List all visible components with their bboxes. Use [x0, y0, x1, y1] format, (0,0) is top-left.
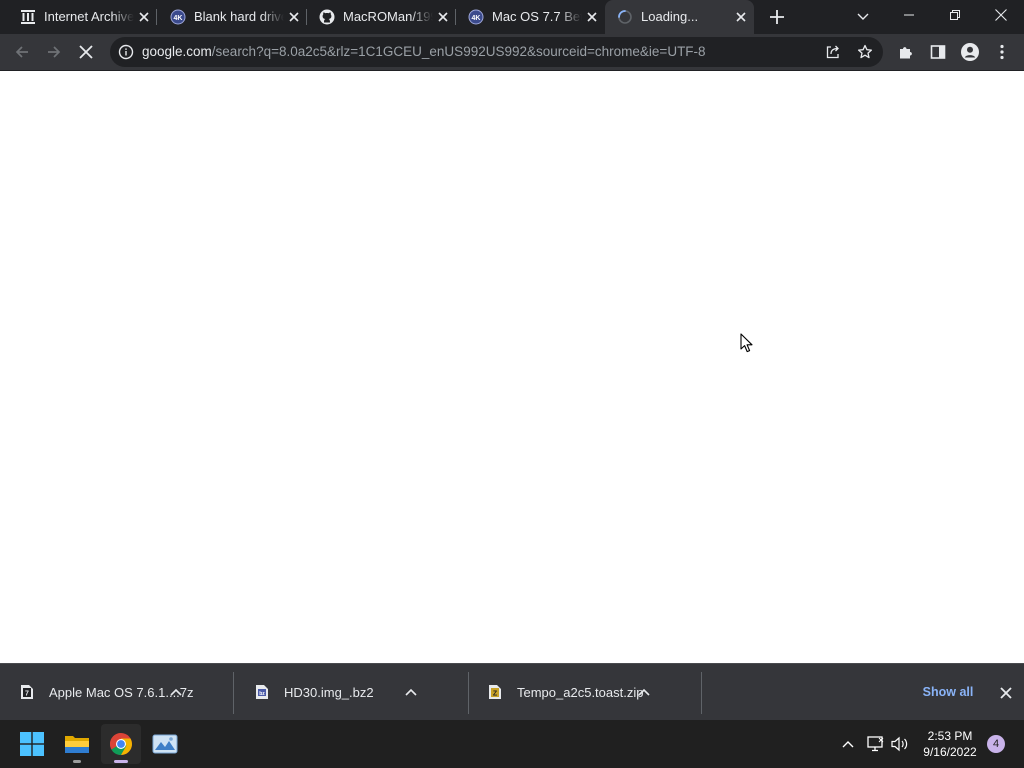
chrome-icon — [110, 733, 132, 755]
tab-search-button[interactable] — [851, 5, 875, 29]
tab-strip: Internet Archive 4K Blank hard drive Mac… — [0, 0, 1024, 34]
minimize-button[interactable] — [886, 0, 932, 30]
tab-title: Loading... — [641, 9, 699, 24]
archive-badge-icon: 4K — [170, 9, 186, 25]
bz2-file-icon: bz — [256, 685, 268, 699]
running-indicator — [73, 760, 81, 763]
mouse-cursor-icon — [740, 333, 753, 353]
new-tab-button[interactable] — [765, 5, 789, 29]
download-item[interactable]: 7 Apple Mac OS 7.6.1....7z — [0, 664, 234, 721]
volume-button[interactable] — [888, 732, 912, 756]
stop-loading-button[interactable] — [72, 38, 100, 66]
puzzle-icon — [900, 47, 912, 59]
folder-icon — [65, 736, 89, 753]
start-button[interactable] — [12, 724, 52, 764]
tab-title: Mac OS 7.7 Beta — [492, 9, 582, 24]
tab-blank-hard-drive[interactable]: 4K Blank hard drive — [158, 0, 307, 34]
download-filename: Tempo_a2c5.toast.zip — [517, 685, 644, 700]
menu-button[interactable] — [988, 38, 1016, 66]
tab-title: Internet Archive — [44, 9, 134, 24]
page-content — [0, 71, 1024, 663]
download-filename: HD30.img_.bz2 — [284, 685, 374, 700]
svg-text:7: 7 — [25, 691, 29, 698]
archive-badge-icon: 4K — [468, 9, 484, 25]
close-icon — [1000, 687, 1012, 699]
tab-title: Blank hard drive — [194, 9, 284, 24]
minimize-icon — [904, 14, 914, 16]
tab-title: MacROMan/1990 — [343, 9, 433, 24]
url-host: google.com — [142, 44, 212, 59]
address-bar[interactable]: google.com/search?q=8.0a2c5&rlz=1C1GCEU_… — [110, 37, 883, 67]
plus-icon — [770, 10, 784, 24]
download-shelf: 7 Apple Mac OS 7.6.1....7z bz HD30.img_.… — [0, 663, 1024, 720]
show-all-downloads-link[interactable]: Show all — [916, 684, 980, 700]
close-icon[interactable] — [286, 9, 302, 25]
close-window-button[interactable] — [978, 0, 1024, 30]
windows-taskbar: 2:53 PM 9/16/2022 4 — [0, 720, 1024, 768]
arrow-right-icon — [48, 46, 61, 58]
side-panel-icon — [930, 45, 946, 59]
taskbar-chrome[interactable] — [101, 724, 141, 764]
chevron-up-icon[interactable] — [403, 684, 419, 700]
browser-toolbar: google.com/search?q=8.0a2c5&rlz=1C1GCEU_… — [0, 34, 1024, 71]
running-indicator — [114, 760, 128, 763]
back-button[interactable] — [8, 38, 36, 66]
chevron-up-icon — [842, 741, 854, 748]
download-separator — [701, 672, 702, 714]
more-vertical-icon — [1000, 44, 1004, 60]
svg-text:Z: Z — [493, 691, 498, 698]
info-icon[interactable] — [118, 44, 134, 60]
close-icon[interactable] — [435, 9, 451, 25]
github-icon — [319, 9, 335, 25]
chevron-up-icon[interactable] — [636, 684, 652, 700]
tab-internet-archive[interactable]: Internet Archive — [8, 0, 157, 34]
notification-badge[interactable]: 4 — [987, 735, 1005, 753]
photos-icon — [152, 734, 178, 754]
url-path: /search?q=8.0a2c5&rlz=1C1GCEU_enUS992US9… — [211, 44, 706, 59]
download-item[interactable]: bz HD30.img_.bz2 — [235, 664, 469, 721]
bookmark-star-icon[interactable] — [853, 40, 877, 64]
share-icon[interactable] — [821, 40, 845, 64]
profile-avatar-icon — [961, 43, 979, 61]
close-icon — [995, 9, 1007, 21]
zip-file-icon: Z — [489, 685, 501, 699]
chevron-up-icon[interactable] — [168, 684, 184, 700]
internet-archive-icon — [20, 9, 36, 25]
restore-icon — [950, 10, 960, 20]
network-icon — [867, 736, 884, 752]
url-text[interactable]: google.com/search?q=8.0a2c5&rlz=1C1GCEU_… — [142, 44, 706, 60]
network-button[interactable] — [863, 732, 887, 756]
speaker-icon — [891, 736, 908, 752]
close-icon[interactable] — [584, 9, 600, 25]
svg-text:4K: 4K — [174, 15, 183, 22]
clock-time: 2:53 PM — [927, 729, 973, 743]
close-download-shelf-button[interactable] — [996, 683, 1016, 703]
download-separator — [233, 672, 234, 714]
chevron-down-icon — [857, 13, 869, 20]
restore-button[interactable] — [932, 0, 978, 30]
svg-text:4K: 4K — [472, 15, 481, 22]
loading-spinner-icon — [617, 9, 633, 25]
show-hidden-icons-button[interactable] — [836, 732, 860, 756]
tab-mac-os-7-7-beta[interactable]: 4K Mac OS 7.7 Beta — [456, 0, 605, 34]
stop-icon — [79, 45, 93, 59]
taskbar-photos[interactable] — [145, 724, 185, 764]
download-item[interactable]: Z Tempo_a2c5.toast.zip — [468, 664, 702, 721]
7z-file-icon: 7 — [21, 685, 33, 699]
arrow-left-icon — [15, 46, 28, 58]
side-panel-button[interactable] — [924, 38, 952, 66]
tab-macroman[interactable]: MacROMan/1990 — [307, 0, 456, 34]
forward-button[interactable] — [40, 38, 68, 66]
tab-loading[interactable]: Loading... — [605, 0, 754, 34]
profile-button[interactable] — [956, 38, 984, 66]
extensions-button[interactable] — [892, 38, 920, 66]
close-icon[interactable] — [136, 9, 152, 25]
svg-text:bz: bz — [259, 691, 265, 697]
taskbar-file-explorer[interactable] — [57, 724, 97, 764]
taskbar-clock[interactable]: 2:53 PM 9/16/2022 — [916, 728, 984, 760]
tab-separator — [156, 9, 157, 25]
windows-logo-icon — [20, 732, 44, 756]
clock-date: 9/16/2022 — [923, 745, 977, 759]
close-icon[interactable] — [733, 9, 749, 25]
